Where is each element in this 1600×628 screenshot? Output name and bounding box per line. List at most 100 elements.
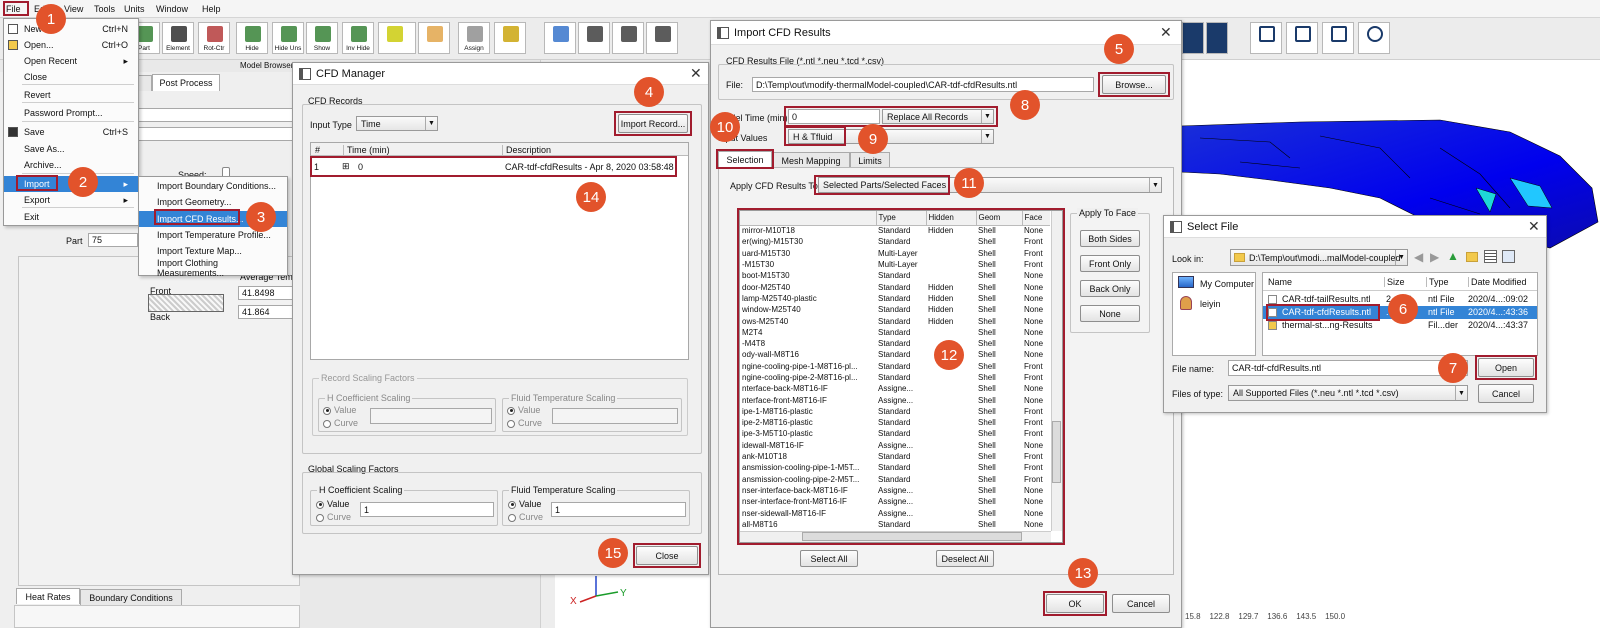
table-row[interactable]: -M4T8 Standard Shell None [740, 338, 1050, 349]
open-button[interactable]: Open [1478, 358, 1534, 377]
cfd-records-table[interactable] [310, 142, 689, 360]
menu-units[interactable]: Units [124, 4, 145, 14]
toolbar-paint-button[interactable] [418, 22, 450, 54]
select-all-button[interactable]: Select All [800, 550, 858, 567]
none-face-button[interactable]: None [1080, 305, 1140, 322]
table-row[interactable]: ipe-1-M8T16-plastic Standard Shell Front [740, 406, 1050, 417]
toolbar-measure-button[interactable] [494, 22, 526, 54]
parts-table[interactable]: Type Hidden Geom Face mirror-M10T18 Stand… [739, 210, 1063, 543]
input-type-select[interactable]: Time ▼ [356, 116, 438, 131]
file-menu-exit[interactable]: Exit [4, 209, 138, 225]
toolbar-view-cube-button[interactable] [544, 22, 576, 54]
file-menu-export[interactable]: Export ▸ [4, 192, 138, 208]
menu-view[interactable]: View [64, 4, 83, 14]
import-record-button[interactable]: Import Record... [618, 114, 688, 133]
back-value-field[interactable]: 41.864 [238, 305, 298, 319]
import-menu-item-0[interactable]: Import Boundary Conditions... [139, 178, 287, 194]
browse-button[interactable]: Browse... [1102, 75, 1166, 94]
table-row[interactable]: window-M25T40 Standard Hidden Shell None [740, 304, 1050, 315]
table-row[interactable]: idewall-M8T16-IF Assigne... Shell None [740, 440, 1050, 451]
list-view-icon[interactable] [1484, 250, 1497, 263]
tab-mesh-mapping[interactable]: Mesh Mapping [772, 152, 850, 168]
global-h-field[interactable]: 1 [360, 502, 494, 517]
table-row[interactable]: lamp-M25T40-plastic Standard Hidden Shell No… [740, 293, 1050, 304]
tab-limits[interactable]: Limits [850, 152, 890, 168]
file-col-date[interactable]: Date Modified [1468, 277, 1527, 287]
file-menu-open[interactable]: Open... Ctrl+O [4, 37, 138, 53]
file-name-field[interactable]: CAR-tdf-cfdResults.ntl [1228, 360, 1468, 376]
new-folder-icon[interactable] [1466, 252, 1478, 262]
table-row[interactable]: M2T4 Standard Shell None [740, 327, 1050, 338]
table-row[interactable]: ngine-cooling-pipe-1-M8T16-pl... Standard… [740, 361, 1050, 372]
tab-boundary-conditions[interactable]: Boundary Conditions [80, 589, 182, 605]
table-row[interactable]: nser-interface-back-M8T16-IF Assigne... Sh… [740, 485, 1050, 496]
menu-tools[interactable]: Tools [94, 4, 115, 14]
global-fluid-field[interactable]: 1 [551, 502, 686, 517]
record-fluid-value-radio[interactable]: Value [507, 405, 540, 415]
deselect-all-button[interactable]: Deselect All [936, 550, 994, 567]
import-menu-item-5[interactable]: Import Clothing Measurements... [139, 258, 287, 278]
toolbar-zoom-button[interactable] [646, 22, 678, 54]
toolbar-hide-button[interactable]: Hide [236, 22, 268, 54]
cancel-button[interactable]: Cancel [1112, 594, 1170, 613]
back-nav-icon[interactable]: ◀ [1414, 250, 1423, 264]
front-only-button[interactable]: Front Only [1080, 255, 1140, 272]
toolbar-hide-uns-button[interactable]: Hide Uns [272, 22, 304, 54]
ok-button[interactable]: OK [1046, 594, 1104, 613]
menu-window[interactable]: Window [156, 4, 188, 14]
table-row[interactable]: mirror-M10T18 Standard Hidden Shell None [740, 225, 1050, 236]
file-col-type[interactable]: Type [1426, 277, 1449, 287]
detail-view-icon[interactable] [1502, 250, 1515, 263]
expand-icon[interactable]: ⊞ [342, 161, 350, 172]
file-menu-revert[interactable]: Revert [4, 87, 138, 103]
toolbar-assign-button[interactable]: Assign [458, 22, 490, 54]
global-h-curve-radio[interactable]: Curve [316, 512, 351, 522]
close-icon[interactable]: ✕ [1160, 24, 1594, 41]
file-menu-new[interactable]: New Ctrl+N [4, 21, 138, 37]
files-of-type-select[interactable]: All Supported Files (*.neu *.ntl *.tcd *… [1228, 385, 1468, 401]
global-fluid-curve-radio[interactable]: Curve [508, 512, 543, 522]
record-fluid-curve-radio[interactable]: Curve [507, 418, 542, 428]
table-row[interactable]: ank-M10T18 Standard Shell Front [740, 451, 1050, 462]
place-my-computer[interactable]: My Computer [1200, 279, 1254, 289]
record-h-curve-radio[interactable]: Curve [323, 418, 358, 428]
file-menu-save-as[interactable]: Save As... [4, 141, 138, 157]
table-row[interactable]: ody-wall-M8T16 Standard Shell None [740, 349, 1050, 360]
tab-selection[interactable]: Selection [718, 151, 772, 167]
tab-post-process[interactable]: Post Process [152, 74, 220, 91]
file-path-field[interactable]: D:\Temp\out\modify-thermalModel-coupled\… [752, 77, 1094, 92]
close-button[interactable]: Close [636, 546, 698, 565]
left-field-2[interactable] [138, 127, 298, 141]
close-icon[interactable]: ✕ [1528, 218, 1594, 235]
both-sides-button[interactable]: Both Sides [1080, 230, 1140, 247]
file-col-size[interactable]: Size [1384, 277, 1405, 287]
toolbar-rot-ctr-button[interactable]: Rot-Ctr [198, 22, 230, 54]
table-row[interactable]: uard-M15T30 Multi-Layer Shell Front [740, 248, 1050, 259]
table-row[interactable]: nser-interface-front-M8T16-IF Assigne... S… [740, 496, 1050, 507]
table-row[interactable]: ows-M25T40 Standard Hidden Shell None [740, 315, 1050, 326]
record-h-value-radio[interactable]: Value [323, 405, 356, 415]
model-time-field[interactable]: 0 [788, 109, 880, 124]
vertical-scrollbar[interactable] [1051, 211, 1062, 531]
global-h-value-radio[interactable]: Value [316, 499, 349, 509]
toolbar-fit-button[interactable] [612, 22, 644, 54]
table-row[interactable]: ipe-3-M5T10-plastic Standard Shell Front [740, 428, 1050, 439]
table-row[interactable]: ansmission-cooling-pipe-2-M5T... Standard… [740, 474, 1050, 485]
file-menu-archive[interactable]: Archive... [4, 157, 138, 173]
file-col-name[interactable]: Name [1268, 277, 1292, 287]
table-row[interactable]: nterface-back-M8T16-IF Assigne... Shell Non… [740, 383, 1050, 394]
table-row[interactable]: nser-sidewall-M8T16-IF Assigne... Shell Non… [740, 507, 1050, 518]
file-menu-password-prompt[interactable]: Password Prompt... [4, 105, 138, 121]
h-scroll-thumb[interactable] [802, 532, 1022, 541]
forward-nav-icon[interactable]: ▶ [1430, 250, 1439, 264]
input-values-select[interactable]: H & Tfluid ▼ [788, 129, 994, 144]
place-leiyin[interactable]: leiyin [1200, 299, 1221, 309]
toolbar-element-button[interactable]: Element [162, 22, 194, 54]
toolbar-color-button[interactable] [378, 22, 416, 54]
part-field[interactable]: 75 [88, 233, 138, 247]
back-only-button[interactable]: Back Only [1080, 280, 1140, 297]
look-in-select[interactable]: D:\Temp\out\modi...malModel-coupled ▼ [1230, 249, 1408, 266]
toolbar-show-button[interactable]: Show [306, 22, 338, 54]
table-row[interactable]: ansmission-cooling-pipe-1-M5T... Standard… [740, 462, 1050, 473]
file-menu-save[interactable]: Save Ctrl+S [4, 124, 138, 140]
